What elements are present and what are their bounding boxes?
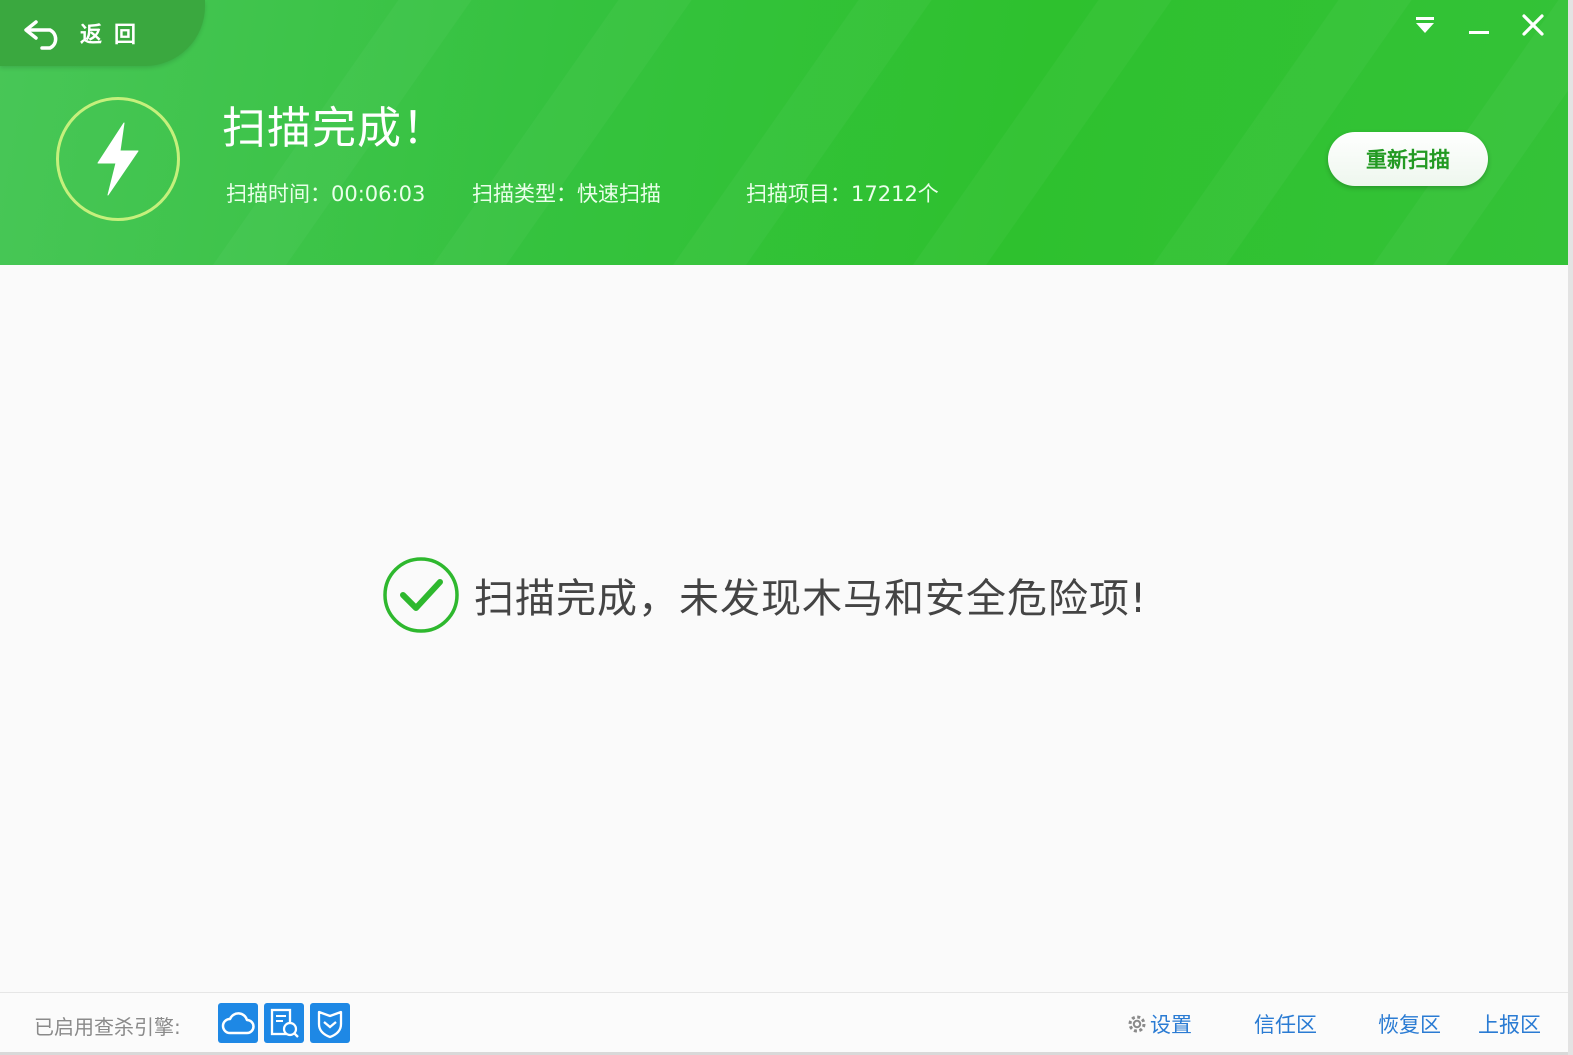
scan-result-window: 返回 扫描完成！ 扫描时间：00:06:03 扫描类型：快速扫描 扫描项目：17… <box>0 0 1573 1055</box>
rescan-button[interactable]: 重新扫描 <box>1328 132 1488 186</box>
qvm-engine-icon[interactable] <box>264 1003 304 1043</box>
cloud-engine-icon[interactable] <box>218 1003 258 1043</box>
lightning-status-icon <box>56 97 180 221</box>
back-button[interactable]: 返回 <box>0 0 205 66</box>
scan-items: 扫描项目：17212个 <box>746 182 939 206</box>
engines-label: 已启用查杀引擎: <box>34 1015 181 1039</box>
back-arrow-icon <box>24 20 58 50</box>
settings-link[interactable]: 设置 <box>1126 1009 1192 1039</box>
check-circle-icon <box>383 557 459 633</box>
window-controls <box>1410 10 1548 40</box>
minimize-icon[interactable] <box>1464 10 1494 40</box>
menu-down-icon[interactable] <box>1410 10 1440 40</box>
restore-zone-link[interactable]: 恢复区 <box>1378 1009 1441 1039</box>
trust-zone-link[interactable]: 信任区 <box>1254 1009 1317 1039</box>
gear-icon <box>1128 1015 1146 1033</box>
report-zone-link[interactable]: 上报区 <box>1478 1009 1541 1039</box>
footer-bar: 已启用查杀引擎: 设置 信任区 恢复区 上报区 <box>0 992 1568 1053</box>
result-message: 扫描完成，未发现木马和安全危险项! <box>474 576 1148 622</box>
scan-type: 扫描类型：快速扫描 <box>472 182 661 206</box>
header-banner: 返回 扫描完成！ 扫描时间：00:06:03 扫描类型：快速扫描 扫描项目：17… <box>0 0 1568 265</box>
scan-result: 扫描完成，未发现木马和安全危险项! <box>382 556 1147 634</box>
close-icon[interactable] <box>1518 10 1548 40</box>
defense-engine-icon[interactable] <box>310 1003 350 1043</box>
scan-complete-title: 扫描完成！ <box>222 103 447 154</box>
scan-time: 扫描时间：00:06:03 <box>226 182 426 206</box>
settings-label: 设置 <box>1150 1013 1192 1037</box>
back-label: 返回 <box>80 23 149 48</box>
